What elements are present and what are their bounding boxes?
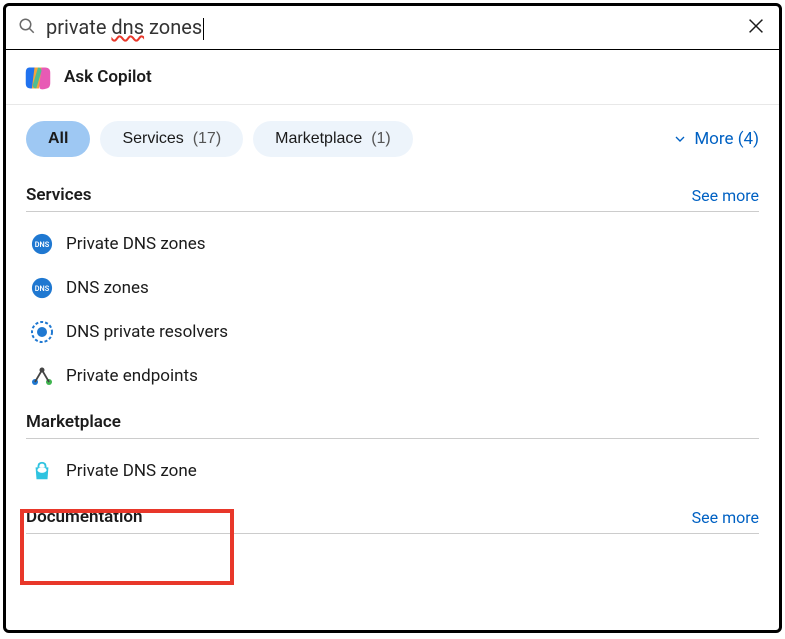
result-label: DNS private resolvers: [66, 322, 228, 342]
section-marketplace-header: Marketplace: [26, 398, 759, 439]
filter-marketplace-count: (1): [371, 130, 391, 147]
filter-row: All Services (17) Marketplace (1) More (…: [6, 105, 779, 171]
result-label: DNS zones: [66, 278, 149, 298]
section-documentation: Documentation See more: [6, 493, 779, 534]
section-services-header: Services See more: [26, 171, 759, 212]
result-label: Private DNS zones: [66, 234, 206, 254]
services-see-more[interactable]: See more: [692, 186, 759, 205]
section-marketplace-title: Marketplace: [26, 412, 121, 432]
resolver-icon: [30, 320, 54, 344]
text-caret: [203, 18, 204, 40]
search-text-prefix: private: [46, 15, 111, 39]
marketplace-icon: [30, 459, 54, 483]
filter-services-label: Services: [122, 130, 183, 147]
result-label: Private DNS zone: [66, 461, 197, 481]
marketplace-list: Private DNS zone: [26, 449, 759, 493]
result-private-dns-zones[interactable]: DNS Private DNS zones: [26, 222, 759, 266]
search-bar: private dns zones: [6, 6, 779, 50]
result-private-dns-zone-marketplace[interactable]: Private DNS zone: [26, 449, 759, 493]
dns-icon: DNS: [30, 232, 54, 256]
result-label: Private endpoints: [66, 366, 198, 386]
ask-copilot-label: Ask Copilot: [64, 67, 152, 87]
section-documentation-title: Documentation: [26, 507, 143, 527]
svg-text:DNS: DNS: [35, 240, 50, 249]
endpoint-icon: [30, 364, 54, 388]
section-services: Services See more DNS Private DNS zones …: [6, 171, 779, 398]
chevron-down-icon: [672, 131, 688, 147]
search-text-suffix: zones: [144, 15, 202, 39]
result-dns-private-resolvers[interactable]: DNS private resolvers: [26, 310, 759, 354]
search-input[interactable]: private dns zones: [46, 15, 745, 40]
section-marketplace: Marketplace Private DNS zone: [6, 398, 779, 493]
filter-more[interactable]: More (4): [672, 129, 759, 149]
search-results-panel: Ask Copilot All Services (17) Marketplac…: [6, 50, 779, 534]
documentation-see-more[interactable]: See more: [692, 508, 759, 527]
filter-marketplace[interactable]: Marketplace (1): [253, 121, 413, 157]
filter-all[interactable]: All: [26, 121, 90, 157]
filter-marketplace-label: Marketplace: [275, 130, 362, 147]
result-private-endpoints[interactable]: Private endpoints: [26, 354, 759, 398]
filter-more-label: More (4): [694, 129, 759, 149]
section-services-title: Services: [26, 185, 91, 205]
dns-icon: DNS: [30, 276, 54, 300]
clear-search-icon[interactable]: [745, 15, 767, 41]
services-list: DNS Private DNS zones DNS DNS zones DNS …: [26, 222, 759, 398]
ask-copilot-row[interactable]: Ask Copilot: [6, 50, 779, 105]
search-icon: [18, 17, 36, 39]
section-documentation-header: Documentation See more: [26, 493, 759, 534]
filter-services-count: (17): [193, 130, 221, 147]
search-text-misspell: dns: [111, 15, 144, 39]
result-dns-zones[interactable]: DNS DNS zones: [26, 266, 759, 310]
copilot-icon: [24, 64, 50, 90]
filter-services[interactable]: Services (17): [100, 121, 243, 157]
svg-text:DNS: DNS: [35, 284, 50, 293]
